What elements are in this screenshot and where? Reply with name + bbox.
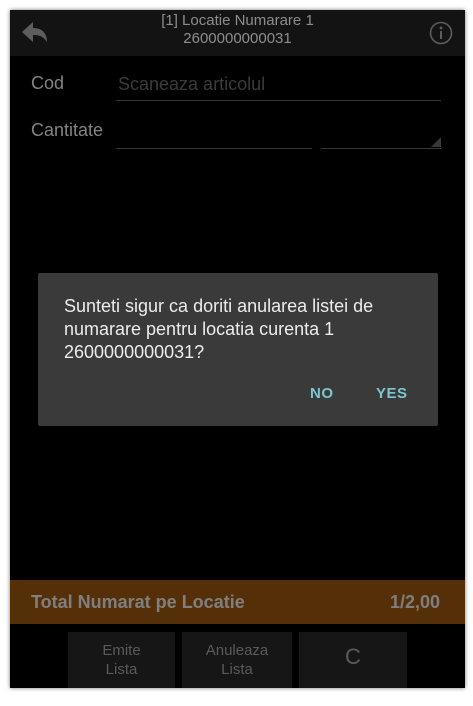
dialog-yes-button[interactable]: YES [376, 385, 408, 402]
app-screen: [1] Locatie Numarare 1 2600000000031 Cod… [10, 10, 465, 688]
dialog-no-button[interactable]: NO [310, 385, 334, 402]
confirm-dialog: Sunteti sigur ca doriti anularea listei … [38, 273, 438, 426]
dialog-message: Sunteti sigur ca doriti anularea listei … [64, 296, 374, 362]
